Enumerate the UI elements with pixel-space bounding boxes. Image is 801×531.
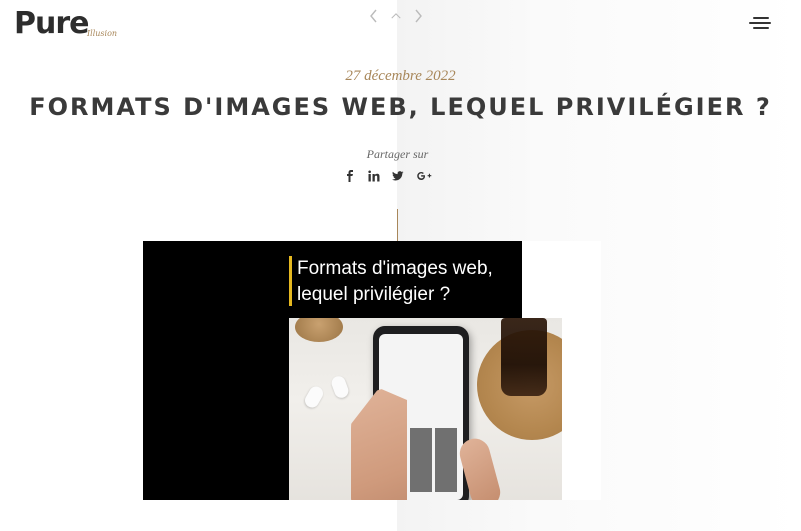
site-logo[interactable]: Pure Illusion: [14, 6, 117, 42]
share-label: Partager sur: [366, 147, 429, 161]
featured-image-title-line2: lequel privilégier ?: [297, 284, 451, 305]
earbud-shape: [329, 374, 351, 400]
hamburger-menu-icon: [753, 17, 769, 19]
title-accent-bar: [289, 256, 292, 306]
hamburger-line: [749, 22, 771, 24]
earbud-shape: [302, 383, 326, 411]
google-plus-icon: [417, 171, 432, 180]
post-title: FORMATS D'IMAGES WEB, LEQUEL PRIVILÉGIER…: [29, 93, 772, 121]
next-post-button[interactable]: [411, 6, 425, 26]
chevron-left-icon: [370, 9, 377, 23]
post-navigation: [367, 6, 425, 26]
vase-shape: [295, 318, 343, 342]
featured-image: Formats d'images web, lequel privilégier…: [143, 241, 601, 500]
vertical-divider: [397, 209, 398, 242]
smartphone-photo: [289, 318, 562, 500]
chevron-right-icon: [415, 9, 422, 23]
logo-tagline: Illusion: [87, 29, 118, 38]
google-plus-share-link[interactable]: [416, 166, 432, 186]
facebook-icon: [347, 170, 353, 182]
drink-glass-shape: [501, 318, 547, 396]
post-date: 27 décembre 2022: [345, 68, 456, 84]
facebook-share-link[interactable]: [344, 166, 356, 186]
previous-post-button[interactable]: [367, 6, 381, 26]
featured-image-title-line1: Formats d'images web,: [297, 258, 493, 279]
featured-image-caption: Formats d'images web, lequel privilégier…: [297, 256, 527, 308]
back-to-list-button[interactable]: [389, 6, 403, 26]
twitter-icon: [392, 171, 404, 181]
menu-button[interactable]: [749, 15, 771, 31]
hamburger-line: [753, 27, 769, 29]
share-links: [344, 166, 432, 186]
linkedin-icon: [368, 170, 380, 182]
chevron-up-icon: [391, 13, 401, 19]
twitter-share-link[interactable]: [392, 166, 404, 186]
logo-wordmark: Pure: [14, 6, 89, 41]
linkedin-share-link[interactable]: [368, 166, 380, 186]
